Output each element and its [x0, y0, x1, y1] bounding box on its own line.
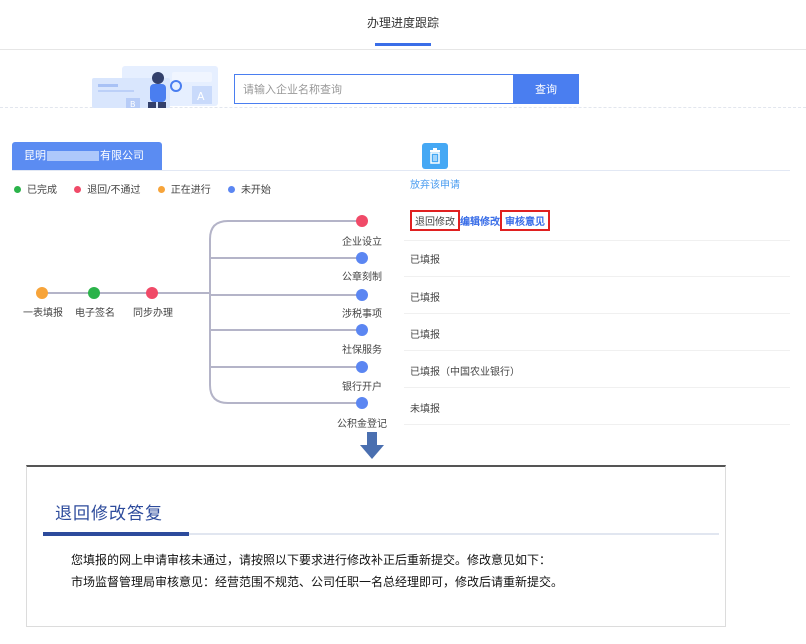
trash-icon[interactable] [422, 143, 448, 169]
row-divider [404, 313, 790, 314]
search-input[interactable] [234, 74, 514, 104]
review-opinion-link[interactable]: 审核意见 [500, 210, 550, 231]
branch-node [356, 361, 368, 373]
branch-label: 公积金登记 [337, 419, 387, 430]
branch-status-actions: 退回修改 编辑修改 审核意见 [410, 210, 550, 231]
reply-title-underline [43, 532, 189, 536]
branch-node [356, 215, 368, 227]
return-reply-panel: 退回修改答复 您填报的网上申请审核未通过，请按照以下要求进行修改补正后重新提交。… [26, 465, 726, 627]
search-button[interactable]: 查询 [513, 74, 579, 104]
legend-dot [14, 185, 21, 193]
branch-status: 已填报 [410, 330, 440, 341]
legend-dot [157, 185, 165, 193]
edit-link[interactable]: 编辑修改 [460, 217, 500, 228]
abandon-application-link[interactable]: 放弃该申请 [408, 176, 462, 191]
status-legend: 已完成 退回/不通过 正在进行 未开始 [14, 181, 285, 196]
step-label: 一表填报 [23, 308, 63, 319]
step-node [88, 287, 100, 299]
reply-title: 退回修改答复 [55, 504, 163, 524]
branch-node [356, 324, 368, 336]
svg-text:A: A [197, 90, 205, 103]
legend-item: 正在进行 [157, 181, 211, 196]
legend-item: 已完成 [14, 181, 57, 196]
branch-node [356, 397, 368, 409]
legend-dot [227, 185, 235, 193]
legend-label: 已完成 [27, 185, 57, 196]
branch-status: 未填报 [410, 404, 440, 415]
svg-text:B: B [130, 100, 136, 109]
branch-label: 公章刻制 [342, 272, 382, 283]
row-divider [404, 387, 790, 388]
step-label: 同步办理 [133, 308, 173, 319]
reply-text-line: 您填报的网上申请审核未通过，请按照以下要求进行修改补正后重新提交。修改意见如下： [71, 553, 552, 567]
step-node [36, 287, 48, 299]
branch-label: 银行开户 [342, 382, 382, 393]
returned-status-badge: 退回修改 [410, 210, 460, 231]
title-underline [375, 43, 431, 46]
branch-node [356, 252, 368, 264]
legend-item: 退回/不通过 [74, 181, 141, 196]
company-name-prefix: 昆明 [24, 149, 46, 162]
branch-status: 已填报（中国农业银行） [410, 367, 520, 378]
page-title: 办理进度跟踪 [366, 16, 439, 30]
step-label: 电子签名 [75, 308, 115, 319]
row-divider [404, 240, 790, 241]
step-node [146, 287, 158, 299]
legend-label: 未开始 [240, 185, 271, 196]
branch-label: 企业设立 [342, 237, 382, 248]
arrow-down-icon [360, 432, 384, 459]
legend-item: 未开始 [227, 181, 271, 196]
company-name-redaction [47, 151, 99, 161]
legend-label: 退回/不通过 [87, 185, 141, 196]
branch-node [356, 289, 368, 301]
row-divider [404, 350, 790, 351]
page-header: 办理进度跟踪 [0, 0, 806, 50]
branch-status: 已填报 [410, 255, 440, 266]
company-name-suffix: 有限公司 [100, 149, 144, 162]
tab-divider [12, 170, 790, 171]
company-tab[interactable]: 昆明 有限公司 [12, 142, 162, 170]
row-divider [404, 424, 790, 425]
legend-label: 正在进行 [170, 185, 211, 196]
search-illustration-icon: B A [92, 66, 218, 109]
reply-text-line: 市场监督管理局审核意见：经营范围不规范、公司任职一名总经理即可，修改后请重新提交… [71, 575, 564, 589]
branch-label: 社保服务 [342, 345, 382, 356]
legend-dot [74, 185, 82, 193]
branch-label: 涉税事项 [342, 309, 382, 320]
row-divider [404, 276, 790, 277]
branch-status: 已填报 [410, 293, 440, 304]
